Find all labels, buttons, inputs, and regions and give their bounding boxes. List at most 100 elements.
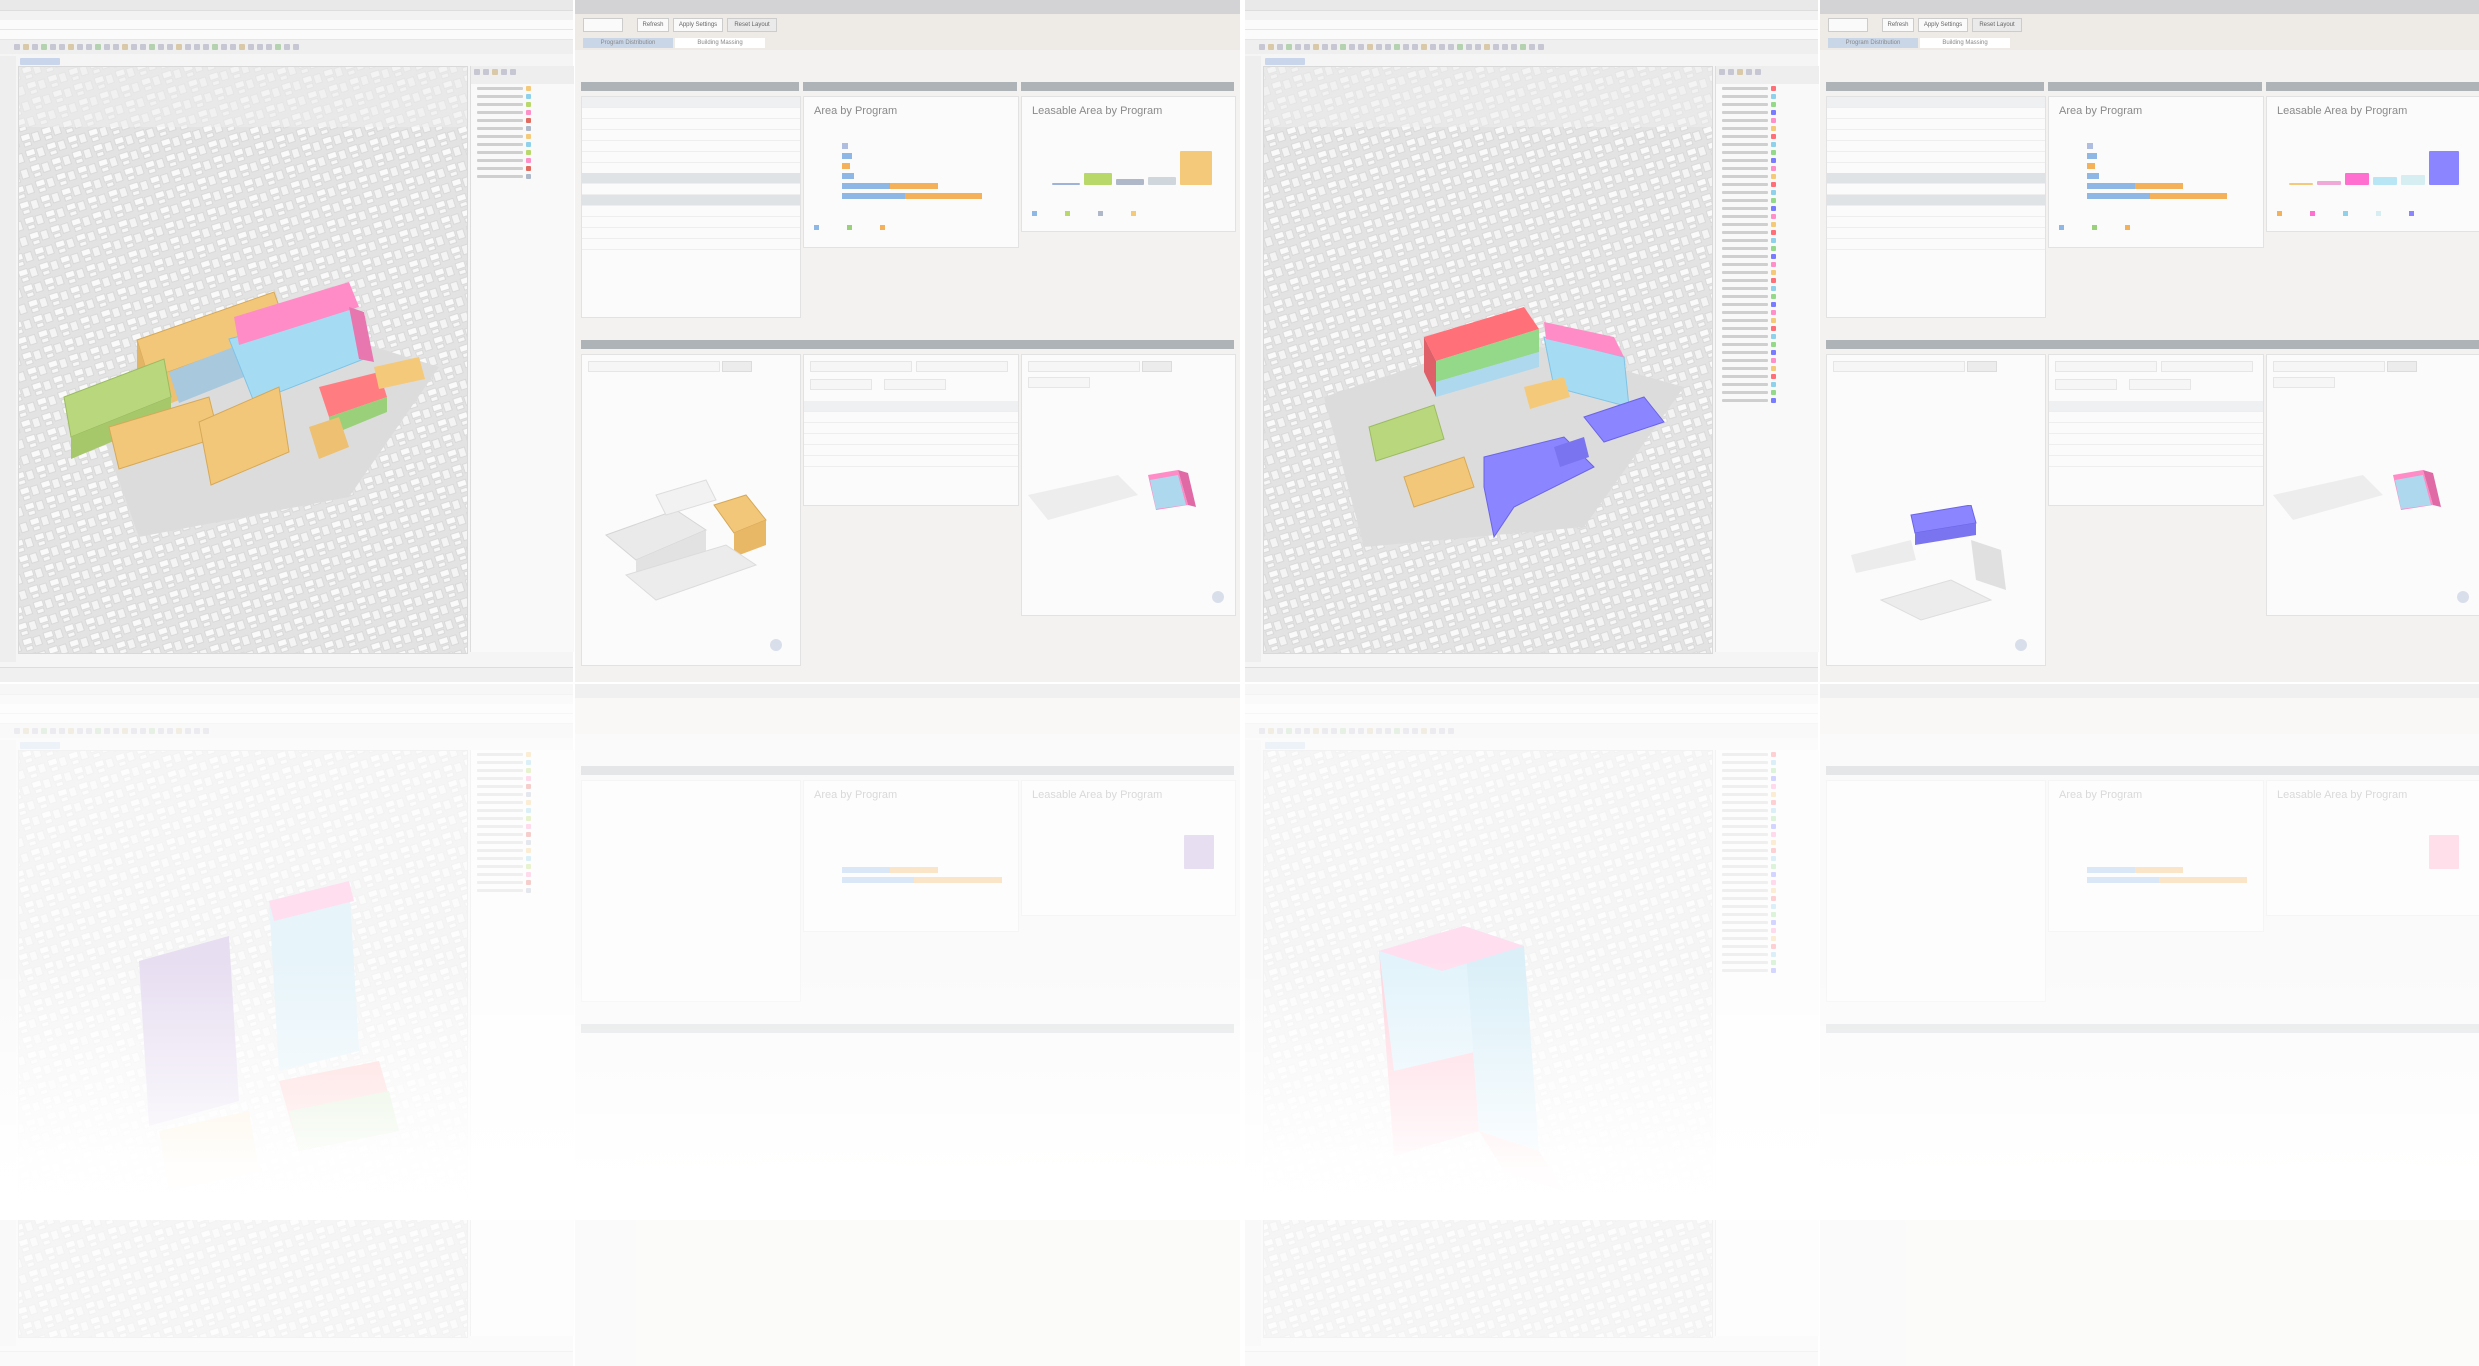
layer-swatch[interactable] <box>1771 751 1776 757</box>
list-item[interactable] <box>804 445 1018 456</box>
layer-row[interactable] <box>1716 766 1819 774</box>
layer-swatch[interactable] <box>526 847 531 853</box>
layer-swatch[interactable] <box>1771 213 1776 219</box>
layer-swatch[interactable] <box>526 117 531 123</box>
toolbar-icon[interactable] <box>284 44 290 50</box>
toolbar-icon[interactable] <box>1358 728 1364 734</box>
toolbar-icon[interactable] <box>1331 44 1337 50</box>
toolbar-icon[interactable] <box>32 728 38 734</box>
toolbar-icon[interactable] <box>14 728 20 734</box>
layer-row[interactable] <box>1716 180 1819 188</box>
toolbar-icon[interactable] <box>1520 44 1526 50</box>
tab-program-distribution[interactable]: Program Distribution <box>1828 38 1918 48</box>
layer-swatch[interactable] <box>1771 309 1776 315</box>
layer-row[interactable] <box>471 806 574 814</box>
layer-row[interactable] <box>1716 798 1819 806</box>
settings-field[interactable] <box>2273 361 2385 372</box>
toolbar-icon[interactable] <box>212 44 218 50</box>
layers-panel-toolbar[interactable] <box>1716 66 1819 84</box>
toolbar-icon[interactable] <box>1484 44 1490 50</box>
layer-swatch[interactable] <box>1771 365 1776 371</box>
layer-row[interactable] <box>1716 188 1819 196</box>
dropdown-select[interactable] <box>583 18 623 32</box>
layer-row[interactable] <box>1716 260 1819 268</box>
layer-swatch[interactable] <box>526 173 531 179</box>
settings-field[interactable] <box>2055 379 2117 390</box>
toolbar-icon[interactable] <box>14 44 20 50</box>
settings-field[interactable] <box>588 361 720 372</box>
layer-row[interactable] <box>471 846 574 854</box>
layer-swatch[interactable] <box>1771 133 1776 139</box>
layer-row[interactable] <box>471 766 574 774</box>
layer-swatch[interactable] <box>526 871 531 877</box>
toolbar-icon[interactable] <box>104 728 110 734</box>
layer-row[interactable] <box>1716 348 1819 356</box>
viewport-tab-perspective[interactable] <box>20 58 60 65</box>
toolbar-icon[interactable] <box>95 728 101 734</box>
layer-row[interactable] <box>471 758 574 766</box>
layer-swatch[interactable] <box>526 767 531 773</box>
toolbar-icon[interactable] <box>131 44 137 50</box>
layer-swatch[interactable] <box>1771 237 1776 243</box>
toolbar-icon[interactable] <box>1746 69 1752 75</box>
tab-program-distribution[interactable]: Program Distribution <box>583 38 673 48</box>
toolbar-icon[interactable] <box>1295 728 1301 734</box>
bake-button[interactable] <box>1142 361 1172 372</box>
toolbar-icon[interactable] <box>1331 728 1337 734</box>
toolbar-icon[interactable] <box>149 728 155 734</box>
layer-row[interactable] <box>1716 108 1819 116</box>
layer-swatch[interactable] <box>526 759 531 765</box>
layer-swatch[interactable] <box>1771 285 1776 291</box>
toolbar-icon[interactable] <box>50 728 56 734</box>
layer-swatch[interactable] <box>1771 117 1776 123</box>
toolbar-icon[interactable] <box>1286 44 1292 50</box>
layer-row[interactable] <box>1716 220 1819 228</box>
layer-swatch[interactable] <box>1771 807 1776 813</box>
layer-swatch[interactable] <box>1771 871 1776 877</box>
layer-swatch[interactable] <box>1771 389 1776 395</box>
layer-swatch[interactable] <box>526 831 531 837</box>
toolbar-icon[interactable] <box>510 69 516 75</box>
layer-row[interactable] <box>471 108 574 116</box>
toolbar-icon[interactable] <box>32 44 38 50</box>
toolbar-icon[interactable] <box>86 728 92 734</box>
layer-swatch[interactable] <box>1771 895 1776 901</box>
layer-row[interactable] <box>1716 124 1819 132</box>
layer-row[interactable] <box>1716 116 1819 124</box>
toolbar-icon[interactable] <box>1421 728 1427 734</box>
rhino-left-toolbar[interactable] <box>1245 56 1261 662</box>
layer-swatch[interactable] <box>1771 141 1776 147</box>
layer-swatch[interactable] <box>1771 269 1776 275</box>
toolbar-icon[interactable] <box>221 44 227 50</box>
layer-swatch[interactable] <box>526 815 531 821</box>
toolbar-icon[interactable] <box>293 44 299 50</box>
toolbar-icon[interactable] <box>1367 44 1373 50</box>
layers-panel-toolbar[interactable] <box>471 66 574 84</box>
viewport-compass-icon[interactable] <box>1212 591 1224 603</box>
layer-row[interactable] <box>1716 814 1819 822</box>
layer-row[interactable] <box>1716 862 1819 870</box>
rhino-menubar[interactable] <box>0 11 573 20</box>
layer-row[interactable] <box>1716 878 1819 886</box>
toolbar-icon[interactable] <box>266 44 272 50</box>
toolbar-icon[interactable] <box>1448 44 1454 50</box>
toolbar-icon[interactable] <box>1529 44 1535 50</box>
layer-swatch[interactable] <box>1771 847 1776 853</box>
toolbar-icon[interactable] <box>95 44 101 50</box>
layer-row[interactable] <box>471 798 574 806</box>
layer-row[interactable] <box>1716 918 1819 926</box>
layer-row[interactable] <box>1716 156 1819 164</box>
settings-field[interactable] <box>1833 361 1965 372</box>
toolbar-icon[interactable] <box>23 44 29 50</box>
toolbar-icon[interactable] <box>1340 44 1346 50</box>
layer-swatch[interactable] <box>1771 181 1776 187</box>
layer-swatch[interactable] <box>1771 855 1776 861</box>
toolbar-icon[interactable] <box>1457 44 1463 50</box>
layer-swatch[interactable] <box>526 783 531 789</box>
layer-row[interactable] <box>471 830 574 838</box>
viewport-tab-perspective[interactable] <box>1265 58 1305 65</box>
toolbar-icon[interactable] <box>1277 44 1283 50</box>
viewport-tab-perspective[interactable] <box>20 742 60 749</box>
rhino-toolbar[interactable] <box>0 40 573 54</box>
layer-row[interactable] <box>471 774 574 782</box>
